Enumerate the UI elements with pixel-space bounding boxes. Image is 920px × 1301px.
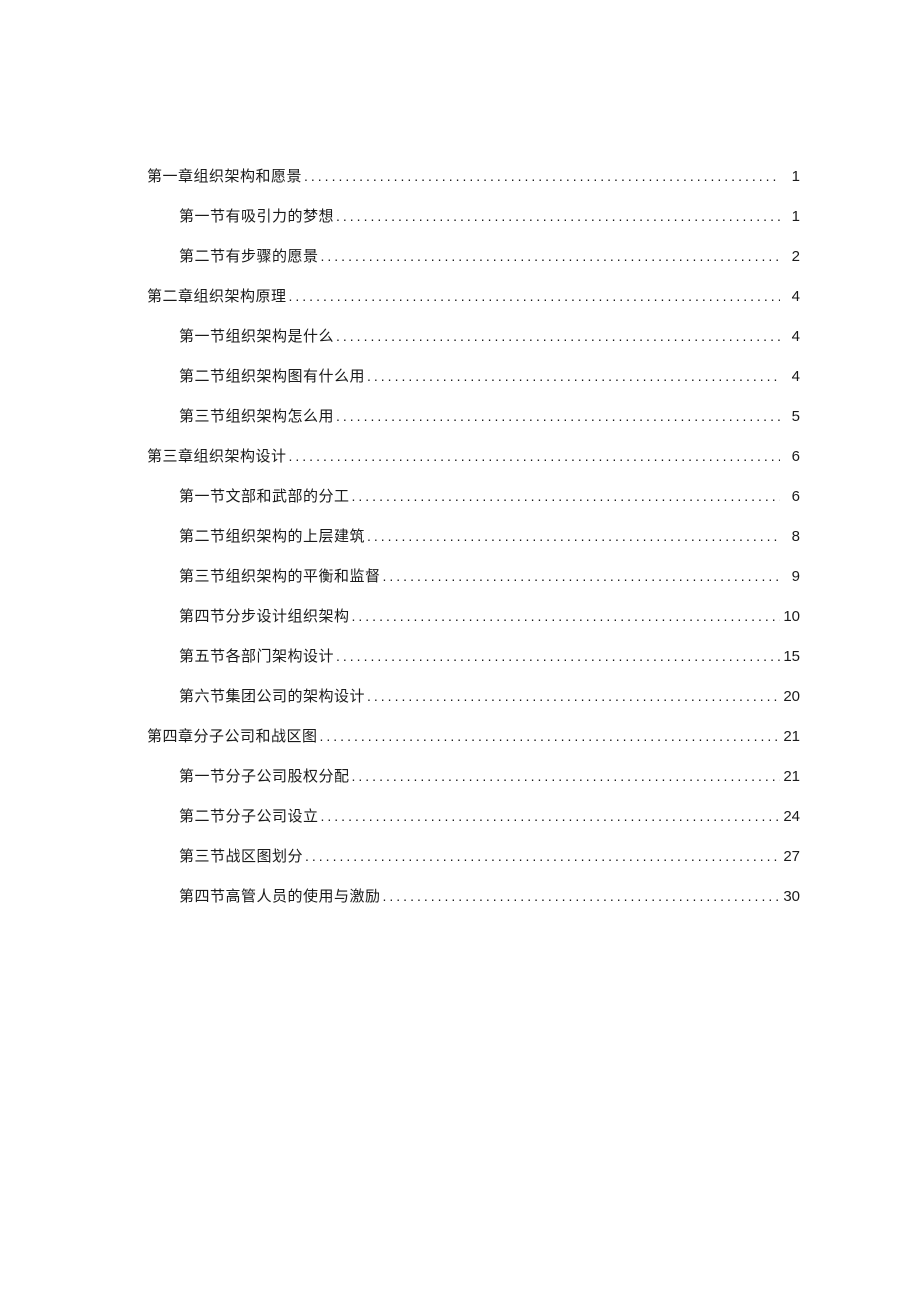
toc-section-entry: 第二节有步骤的愿景 2 [179, 245, 800, 269]
toc-leader-dots [367, 685, 780, 707]
toc-title: 第一节有吸引力的梦想 [179, 205, 334, 229]
toc-page-number: 9 [782, 565, 800, 589]
toc-leader-dots [352, 605, 780, 627]
toc-section-entry: 第五节各部门架构设计 15 [179, 645, 800, 669]
toc-title: 第六节集团公司的架构设计 [179, 685, 365, 709]
toc-page-number: 2 [782, 245, 800, 269]
toc-section-entry: 第四节高管人员的使用与激励 30 [179, 885, 800, 909]
toc-title: 第五节各部门架构设计 [179, 645, 334, 669]
toc-leader-dots [305, 845, 780, 867]
toc-section-entry: 第一节有吸引力的梦想 1 [179, 205, 800, 229]
toc-section-entry: 第四节分步设计组织架构 10 [179, 605, 800, 629]
toc-section-entry: 第二节组织架构的上层建筑 8 [179, 525, 800, 549]
toc-leader-dots [352, 765, 780, 787]
toc-page-number: 4 [782, 325, 800, 349]
toc-leader-dots [320, 725, 780, 747]
toc-page-number: 1 [782, 205, 800, 229]
toc-leader-dots [367, 365, 780, 387]
toc-title: 第四章分子公司和战区图 [147, 725, 318, 749]
toc-page-number: 27 [782, 845, 800, 869]
toc-title: 第四节高管人员的使用与激励 [179, 885, 381, 909]
toc-title: 第二章组织架构原理 [147, 285, 287, 309]
toc-leader-dots [336, 405, 780, 427]
toc-page-number: 6 [782, 485, 800, 509]
toc-leader-dots [289, 285, 780, 307]
toc-title: 第一节组织架构是什么 [179, 325, 334, 349]
toc-page-number: 15 [782, 645, 800, 669]
toc-leader-dots [321, 245, 780, 267]
toc-title: 第四节分步设计组织架构 [179, 605, 350, 629]
toc-title: 第二节分子公司设立 [179, 805, 319, 829]
toc-leader-dots [336, 325, 780, 347]
toc-section-entry: 第二节组织架构图有什么用 4 [179, 365, 800, 389]
toc-section-entry: 第一节组织架构是什么 4 [179, 325, 800, 349]
toc-page-number: 21 [782, 765, 800, 789]
toc-leader-dots [304, 165, 780, 187]
toc-leader-dots [289, 445, 780, 467]
toc-section-entry: 第六节集团公司的架构设计 20 [179, 685, 800, 709]
toc-leader-dots [321, 805, 780, 827]
toc-title: 第三节战区图划分 [179, 845, 303, 869]
toc-section-entry: 第三节战区图划分 27 [179, 845, 800, 869]
toc-section-entry: 第二节分子公司设立 24 [179, 805, 800, 829]
toc-chapter-entry: 第二章组织架构原理 4 [147, 285, 800, 309]
toc-title: 第一节分子公司股权分配 [179, 765, 350, 789]
toc-page-number: 1 [782, 165, 800, 189]
toc-page-number: 8 [782, 525, 800, 549]
toc-section-entry: 第三节组织架构的平衡和监督 9 [179, 565, 800, 589]
toc-section-entry: 第三节组织架构怎么用 5 [179, 405, 800, 429]
toc-title: 第二节组织架构图有什么用 [179, 365, 365, 389]
toc-section-entry: 第一节文部和武部的分工 6 [179, 485, 800, 509]
toc-chapter-entry: 第四章分子公司和战区图 21 [147, 725, 800, 749]
toc-page-number: 10 [782, 605, 800, 629]
toc-title: 第三章组织架构设计 [147, 445, 287, 469]
toc-page-number: 30 [782, 885, 800, 909]
toc-page-number: 6 [782, 445, 800, 469]
toc-title: 第二节组织架构的上层建筑 [179, 525, 365, 549]
toc-leader-dots [336, 205, 780, 227]
toc-leader-dots [367, 525, 780, 547]
toc-leader-dots [336, 645, 780, 667]
toc-title: 第三节组织架构怎么用 [179, 405, 334, 429]
toc-leader-dots [383, 885, 780, 907]
toc-title: 第一节文部和武部的分工 [179, 485, 350, 509]
toc-leader-dots [383, 565, 780, 587]
toc-page-number: 4 [782, 365, 800, 389]
toc-section-entry: 第一节分子公司股权分配 21 [179, 765, 800, 789]
toc-page-number: 20 [782, 685, 800, 709]
toc-page-number: 21 [782, 725, 800, 749]
table-of-contents: 第一章组织架构和愿景 1 第一节有吸引力的梦想 1 第二节有步骤的愿景 2 第二… [147, 165, 800, 909]
toc-leader-dots [352, 485, 780, 507]
toc-page-number: 4 [782, 285, 800, 309]
toc-page-number: 5 [782, 405, 800, 429]
toc-chapter-entry: 第三章组织架构设计 6 [147, 445, 800, 469]
toc-title: 第三节组织架构的平衡和监督 [179, 565, 381, 589]
toc-chapter-entry: 第一章组织架构和愿景 1 [147, 165, 800, 189]
toc-title: 第一章组织架构和愿景 [147, 165, 302, 189]
toc-title: 第二节有步骤的愿景 [179, 245, 319, 269]
toc-page-number: 24 [782, 805, 800, 829]
